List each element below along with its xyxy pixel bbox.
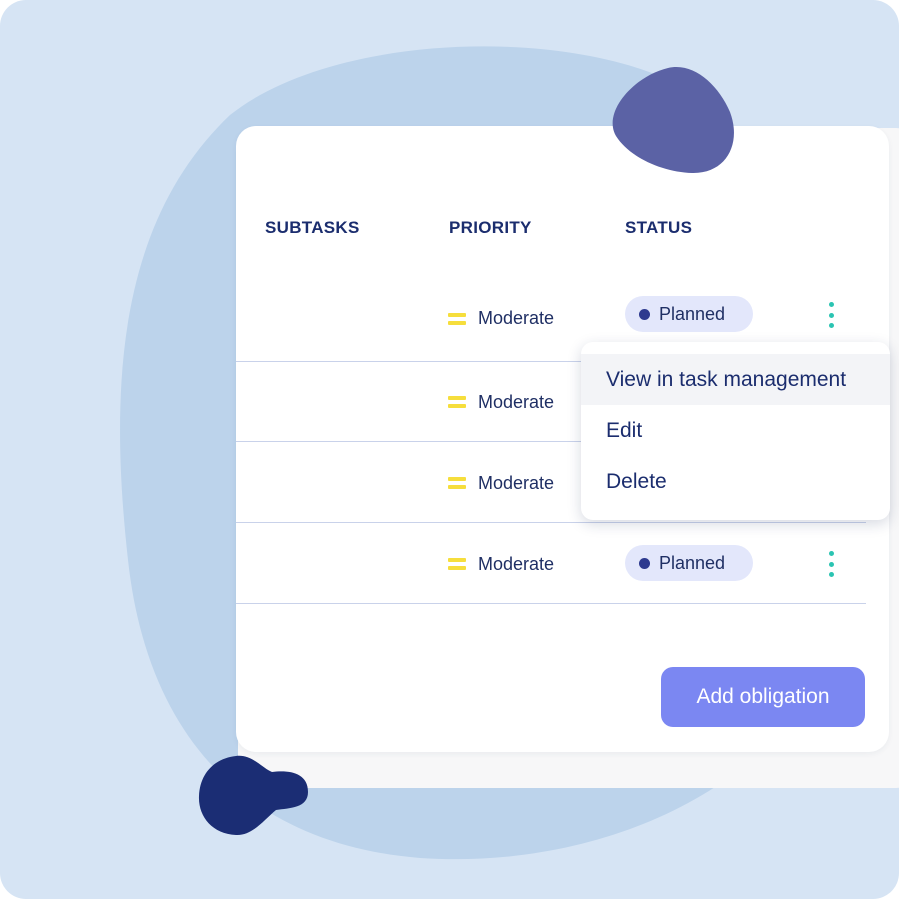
background-frame: SUBTASKS PRIORITY STATUS Moderate Planne… — [0, 0, 899, 899]
add-obligation-button[interactable]: Add obligation — [661, 667, 865, 727]
menu-item-delete[interactable]: Delete — [581, 456, 890, 507]
priority-label: Moderate — [478, 472, 555, 493]
priority-label: Moderate — [478, 553, 555, 574]
status-dot-icon — [639, 308, 650, 320]
priority-label: Moderate — [478, 308, 555, 328]
table-row[interactable]: Moderate Planned — [236, 524, 866, 604]
status-label: Planned — [659, 303, 726, 324]
priority-cell: Moderate — [448, 524, 554, 604]
priority-cell: Moderate — [448, 275, 554, 362]
column-header-status[interactable]: STATUS — [625, 218, 692, 238]
equals-icon — [448, 396, 466, 408]
status-badge: Planned — [625, 545, 753, 581]
navy-decoration — [198, 755, 308, 836]
menu-item-view-in-task-management[interactable]: View in task management — [581, 354, 890, 405]
column-header-priority[interactable]: PRIORITY — [449, 218, 532, 238]
menu-item-edit[interactable]: Edit — [581, 405, 890, 456]
equals-icon — [448, 312, 466, 325]
priority-label: Moderate — [478, 391, 555, 412]
priority-cell: Moderate — [448, 362, 554, 442]
equals-icon — [448, 477, 466, 489]
row-divider — [236, 603, 866, 604]
priority-cell: Moderate — [448, 443, 554, 523]
status-badge: Planned — [625, 296, 753, 332]
row-divider — [236, 522, 866, 523]
status-dot-icon — [639, 557, 650, 569]
context-menu: View in task management Edit Delete — [581, 342, 890, 520]
more-options-icon[interactable] — [826, 302, 836, 328]
equals-icon — [448, 558, 466, 570]
purple-decoration — [612, 67, 734, 174]
status-label: Planned — [659, 552, 726, 573]
more-options-icon[interactable] — [826, 551, 836, 577]
column-header-subtasks[interactable]: SUBTASKS — [265, 218, 360, 238]
